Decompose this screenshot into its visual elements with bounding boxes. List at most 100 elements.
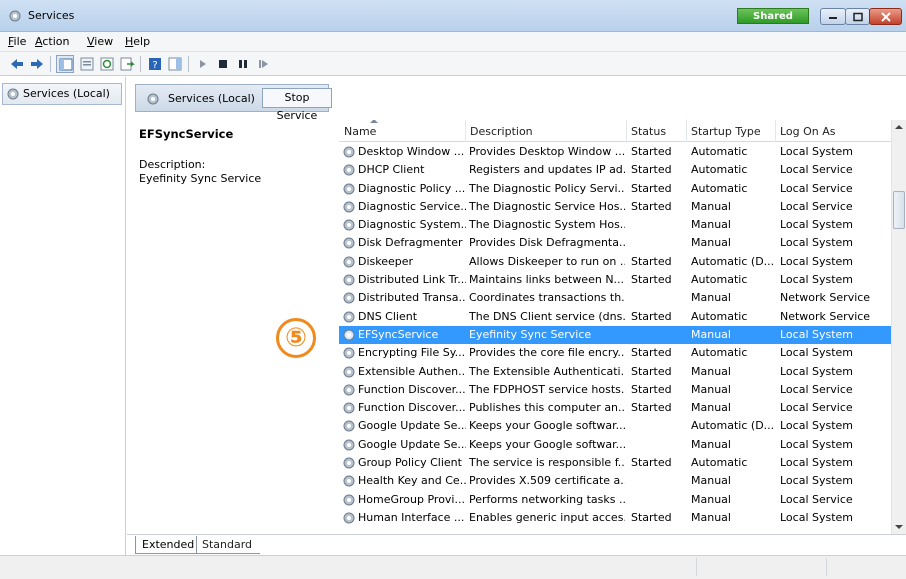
service-status-cell: Started [631,163,672,177]
vertical-scrollbar[interactable] [891,120,906,534]
table-row[interactable]: Distributed Link Tr... Maintains links be… [339,271,891,289]
start-service-button[interactable] [194,55,212,73]
refresh-icon [100,57,114,71]
table-row[interactable]: Diagnostic Service... The Diagnostic Serv… [339,198,891,216]
table-row[interactable]: Google Update Se... Keeps your Google sof… [339,417,891,435]
table-row[interactable]: Diagnostic System... The Diagnostic Syste… [339,216,891,234]
service-name-cell: Diagnostic Service... [358,199,466,213]
table-row[interactable]: Diagnostic Policy ... The Diagnostic Poli… [339,180,891,198]
table-row[interactable]: Function Discover... The FDPHOST service … [339,381,891,399]
export-list-button[interactable] [118,55,136,73]
menu-help[interactable]: Help [125,35,150,48]
scroll-down-icon[interactable] [895,525,903,529]
minimize-icon [829,16,837,19]
minimize-button[interactable] [820,8,846,25]
list-rows: Desktop Window ... Provides Desktop Windo… [339,143,891,527]
tab-standard[interactable]: Standard [196,536,260,554]
table-row[interactable]: DHCP Client Registers and updates IP ad..… [339,161,891,179]
service-startup-type-cell: Automatic [691,273,748,287]
table-row[interactable]: Desktop Window ... Provides Desktop Windo… [339,143,891,161]
table-row[interactable]: Diskeeper Allows Diskeeper to run on ... S… [339,253,891,271]
window-title: Services [28,9,75,22]
service-startup-type-cell: Automatic [691,346,748,360]
service-name-cell: Diagnostic Policy ... [358,181,466,195]
panel-header: Services (Local) Stop Service [135,84,332,122]
scroll-thumb[interactable] [893,191,905,229]
menu-action[interactable]: Action [35,35,69,48]
service-status-cell: Started [631,181,672,195]
table-row[interactable]: Function Discover... Publishes this compu… [339,399,891,417]
table-row[interactable]: Encrypting File Sy... Provides the core f… [339,344,891,362]
column-header-log-on-as[interactable]: Log On As [780,125,836,138]
menu-bar: File Action View Help [0,32,906,52]
scroll-up-icon[interactable] [895,125,903,129]
service-gear-icon [343,311,355,323]
maximize-button[interactable] [845,8,870,25]
refresh-button[interactable] [98,55,116,73]
service-status-cell: Started [631,401,672,415]
service-logon-cell: Network Service [780,309,871,323]
service-name-cell: Group Policy Client [358,456,462,470]
table-row[interactable]: Disk Defragmenter Provides Disk Defragmen… [339,234,891,252]
column-divider[interactable] [626,120,627,142]
service-gear-icon [343,146,355,158]
table-row[interactable]: Health Key and Ce... Provides X.509 certi… [339,472,891,490]
service-logon-cell: Local System [780,236,854,250]
table-row[interactable]: DNS Client The DNS Client service (dns...… [339,308,891,326]
service-name-cell: DHCP Client [358,163,425,177]
table-row[interactable]: HomeGroup Provi... Performs networking ta… [339,491,891,509]
table-row[interactable]: Google Update Se... Keeps your Google sof… [339,436,891,454]
column-divider[interactable] [686,120,687,142]
service-status-cell: Started [631,456,672,470]
restart-icon [259,60,268,68]
table-row[interactable]: EFSyncService Eyefinity Sync Service Manua… [339,325,891,345]
help-button[interactable]: ? [146,55,164,73]
table-row[interactable]: Human Interface ... Enables generic input… [339,509,891,527]
status-bar-segment [826,558,906,576]
console-tree-icon [59,58,73,71]
service-name-cell: HomeGroup Provi... [358,492,465,506]
service-name-cell: EFSyncService [358,327,439,341]
show-hide-console-tree-button[interactable] [56,55,74,73]
back-button[interactable] [8,55,26,73]
service-status-cell: Started [631,510,672,524]
pause-service-button[interactable] [234,55,252,73]
back-arrow-icon [11,59,23,69]
table-row[interactable]: Extensible Authen... The Extensible Authe… [339,363,891,381]
properties-icon [80,57,94,71]
column-header-status[interactable]: Status [631,125,666,138]
selected-service-name: EFSyncService [139,127,234,141]
service-gear-icon [343,366,355,378]
service-logon-cell: Local Service [780,401,853,415]
forward-button[interactable] [28,55,46,73]
menu-file[interactable]: File [8,35,26,48]
menu-view[interactable]: View [87,35,113,48]
restart-service-button[interactable] [254,55,272,73]
column-divider[interactable] [465,120,466,142]
service-name-cell: Human Interface ... [358,510,465,524]
service-description-cell: Provides X.509 certificate a... [469,474,625,488]
close-button[interactable] [869,8,902,25]
table-row[interactable]: Distributed Transa... Coordinates transac… [339,289,891,307]
service-status-cell: Started [631,273,672,287]
tab-extended[interactable]: Extended [135,536,197,554]
table-row[interactable]: Group Policy Client The service is respon… [339,454,891,472]
tree-item-services-local[interactable]: Services (Local) [2,83,122,105]
service-startup-type-cell: Automatic [691,456,748,470]
service-startup-type-cell: Manual [691,474,731,488]
column-header-startup-type[interactable]: Startup Type [691,125,761,138]
stop-service-button[interactable] [214,55,232,73]
column-divider[interactable] [775,120,776,142]
column-header-description[interactable]: Description [470,125,533,138]
show-action-pane-button[interactable] [166,55,184,73]
properties-button[interactable] [78,55,96,73]
toolbar-separator [188,56,189,72]
service-description-cell: Registers and updates IP ad... [469,163,625,177]
column-header-name[interactable]: Name [344,120,379,138]
service-startup-type-cell: Manual [691,510,731,524]
service-name-cell: Function Discover... [358,382,466,396]
shared-badge: Shared [737,8,809,24]
service-gear-icon [343,439,355,451]
stop-service-link-button[interactable]: Stop Service [262,88,332,122]
service-status-cell: Started [631,199,672,213]
